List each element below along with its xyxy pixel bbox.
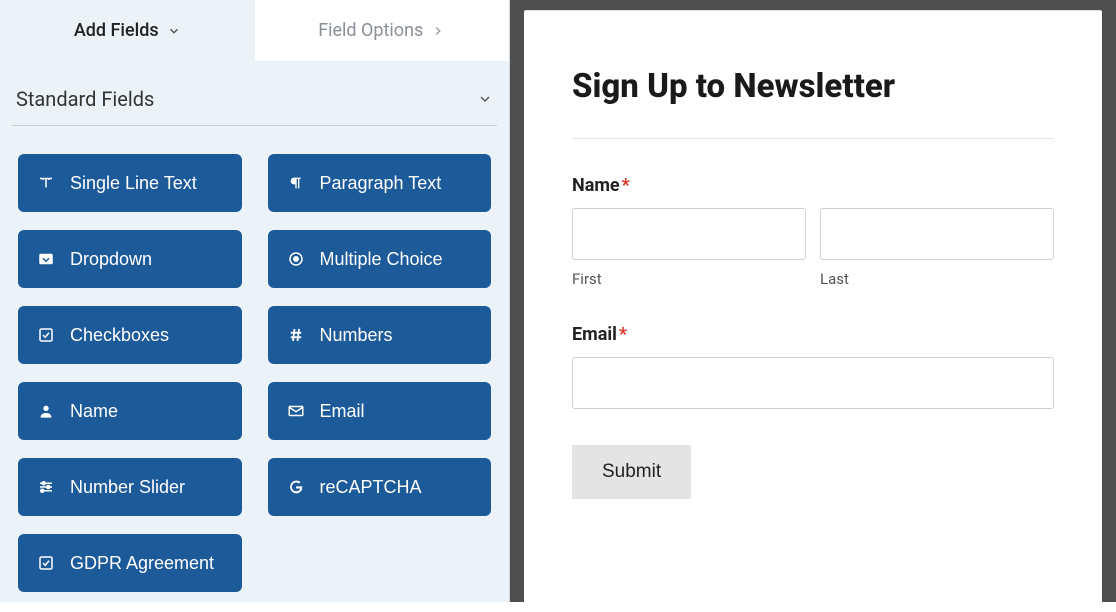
tab-add-fields[interactable]: Add Fields bbox=[0, 0, 255, 61]
name-label: Name bbox=[572, 175, 620, 196]
tab-field-options[interactable]: Field Options bbox=[255, 0, 510, 61]
section-header[interactable]: Standard Fields bbox=[12, 79, 497, 126]
field-label: Email bbox=[320, 401, 365, 422]
required-mark: * bbox=[622, 175, 630, 196]
checkbox-icon bbox=[36, 325, 56, 345]
first-name-input[interactable] bbox=[572, 208, 806, 260]
divider bbox=[572, 138, 1054, 139]
name-label-row: Name* bbox=[572, 175, 1054, 196]
field-label: GDPR Agreement bbox=[70, 553, 214, 574]
envelope-icon bbox=[286, 401, 306, 421]
form-group-email: Email* bbox=[572, 324, 1054, 409]
preview-card: Sign Up to Newsletter Name* First Last E… bbox=[524, 10, 1102, 612]
name-row: First Last bbox=[572, 208, 1054, 288]
tab-label: Field Options bbox=[318, 20, 423, 41]
section-title: Standard Fields bbox=[16, 87, 154, 111]
chevron-right-icon bbox=[431, 24, 445, 38]
chevron-down-icon bbox=[477, 91, 493, 107]
fields-grid: Single Line Text Paragraph Text Dropdown… bbox=[12, 126, 497, 602]
form-group-name: Name* First Last bbox=[572, 175, 1054, 288]
field-label: Dropdown bbox=[70, 249, 152, 270]
field-label: Name bbox=[70, 401, 118, 422]
field-numbers[interactable]: Numbers bbox=[268, 306, 492, 364]
google-icon bbox=[286, 477, 306, 497]
first-name-col: First bbox=[572, 208, 806, 288]
field-email[interactable]: Email bbox=[268, 382, 492, 440]
field-dropdown[interactable]: Dropdown bbox=[18, 230, 242, 288]
field-name[interactable]: Name bbox=[18, 382, 242, 440]
preview-area: Sign Up to Newsletter Name* First Last E… bbox=[510, 0, 1116, 602]
field-label: Multiple Choice bbox=[320, 249, 443, 270]
radio-icon bbox=[286, 249, 306, 269]
first-sublabel: First bbox=[572, 270, 806, 288]
field-multiple-choice[interactable]: Multiple Choice bbox=[268, 230, 492, 288]
email-label-row: Email* bbox=[572, 324, 1054, 345]
person-icon bbox=[36, 401, 56, 421]
hash-icon bbox=[286, 325, 306, 345]
field-label: Paragraph Text bbox=[320, 173, 442, 194]
email-input[interactable] bbox=[572, 357, 1054, 409]
field-label: Numbers bbox=[320, 325, 393, 346]
section-standard-fields: Standard Fields Single Line Text Paragra… bbox=[0, 61, 509, 602]
field-label: reCAPTCHA bbox=[320, 477, 422, 498]
text-icon bbox=[36, 173, 56, 193]
field-label: Number Slider bbox=[70, 477, 185, 498]
sliders-icon bbox=[36, 477, 56, 497]
field-label: Checkboxes bbox=[70, 325, 169, 346]
field-number-slider[interactable]: Number Slider bbox=[18, 458, 242, 516]
check-square-icon bbox=[36, 553, 56, 573]
tabs: Add Fields Field Options bbox=[0, 0, 509, 61]
field-gdpr-agreement[interactable]: GDPR Agreement bbox=[18, 534, 242, 592]
submit-button[interactable]: Submit bbox=[572, 445, 691, 499]
email-label: Email bbox=[572, 324, 617, 345]
field-checkboxes[interactable]: Checkboxes bbox=[18, 306, 242, 364]
paragraph-icon bbox=[286, 173, 306, 193]
tab-label: Add Fields bbox=[74, 20, 159, 41]
chevron-down-icon bbox=[167, 24, 181, 38]
dropdown-icon bbox=[36, 249, 56, 269]
field-recaptcha[interactable]: reCAPTCHA bbox=[268, 458, 492, 516]
field-paragraph-text[interactable]: Paragraph Text bbox=[268, 154, 492, 212]
last-name-input[interactable] bbox=[820, 208, 1054, 260]
last-sublabel: Last bbox=[820, 270, 1054, 288]
form-title: Sign Up to Newsletter bbox=[572, 67, 1054, 138]
left-panel: Add Fields Field Options Standard Fields bbox=[0, 0, 510, 602]
required-mark: * bbox=[619, 324, 627, 345]
field-single-line-text[interactable]: Single Line Text bbox=[18, 154, 242, 212]
last-name-col: Last bbox=[820, 208, 1054, 288]
field-label: Single Line Text bbox=[70, 173, 197, 194]
